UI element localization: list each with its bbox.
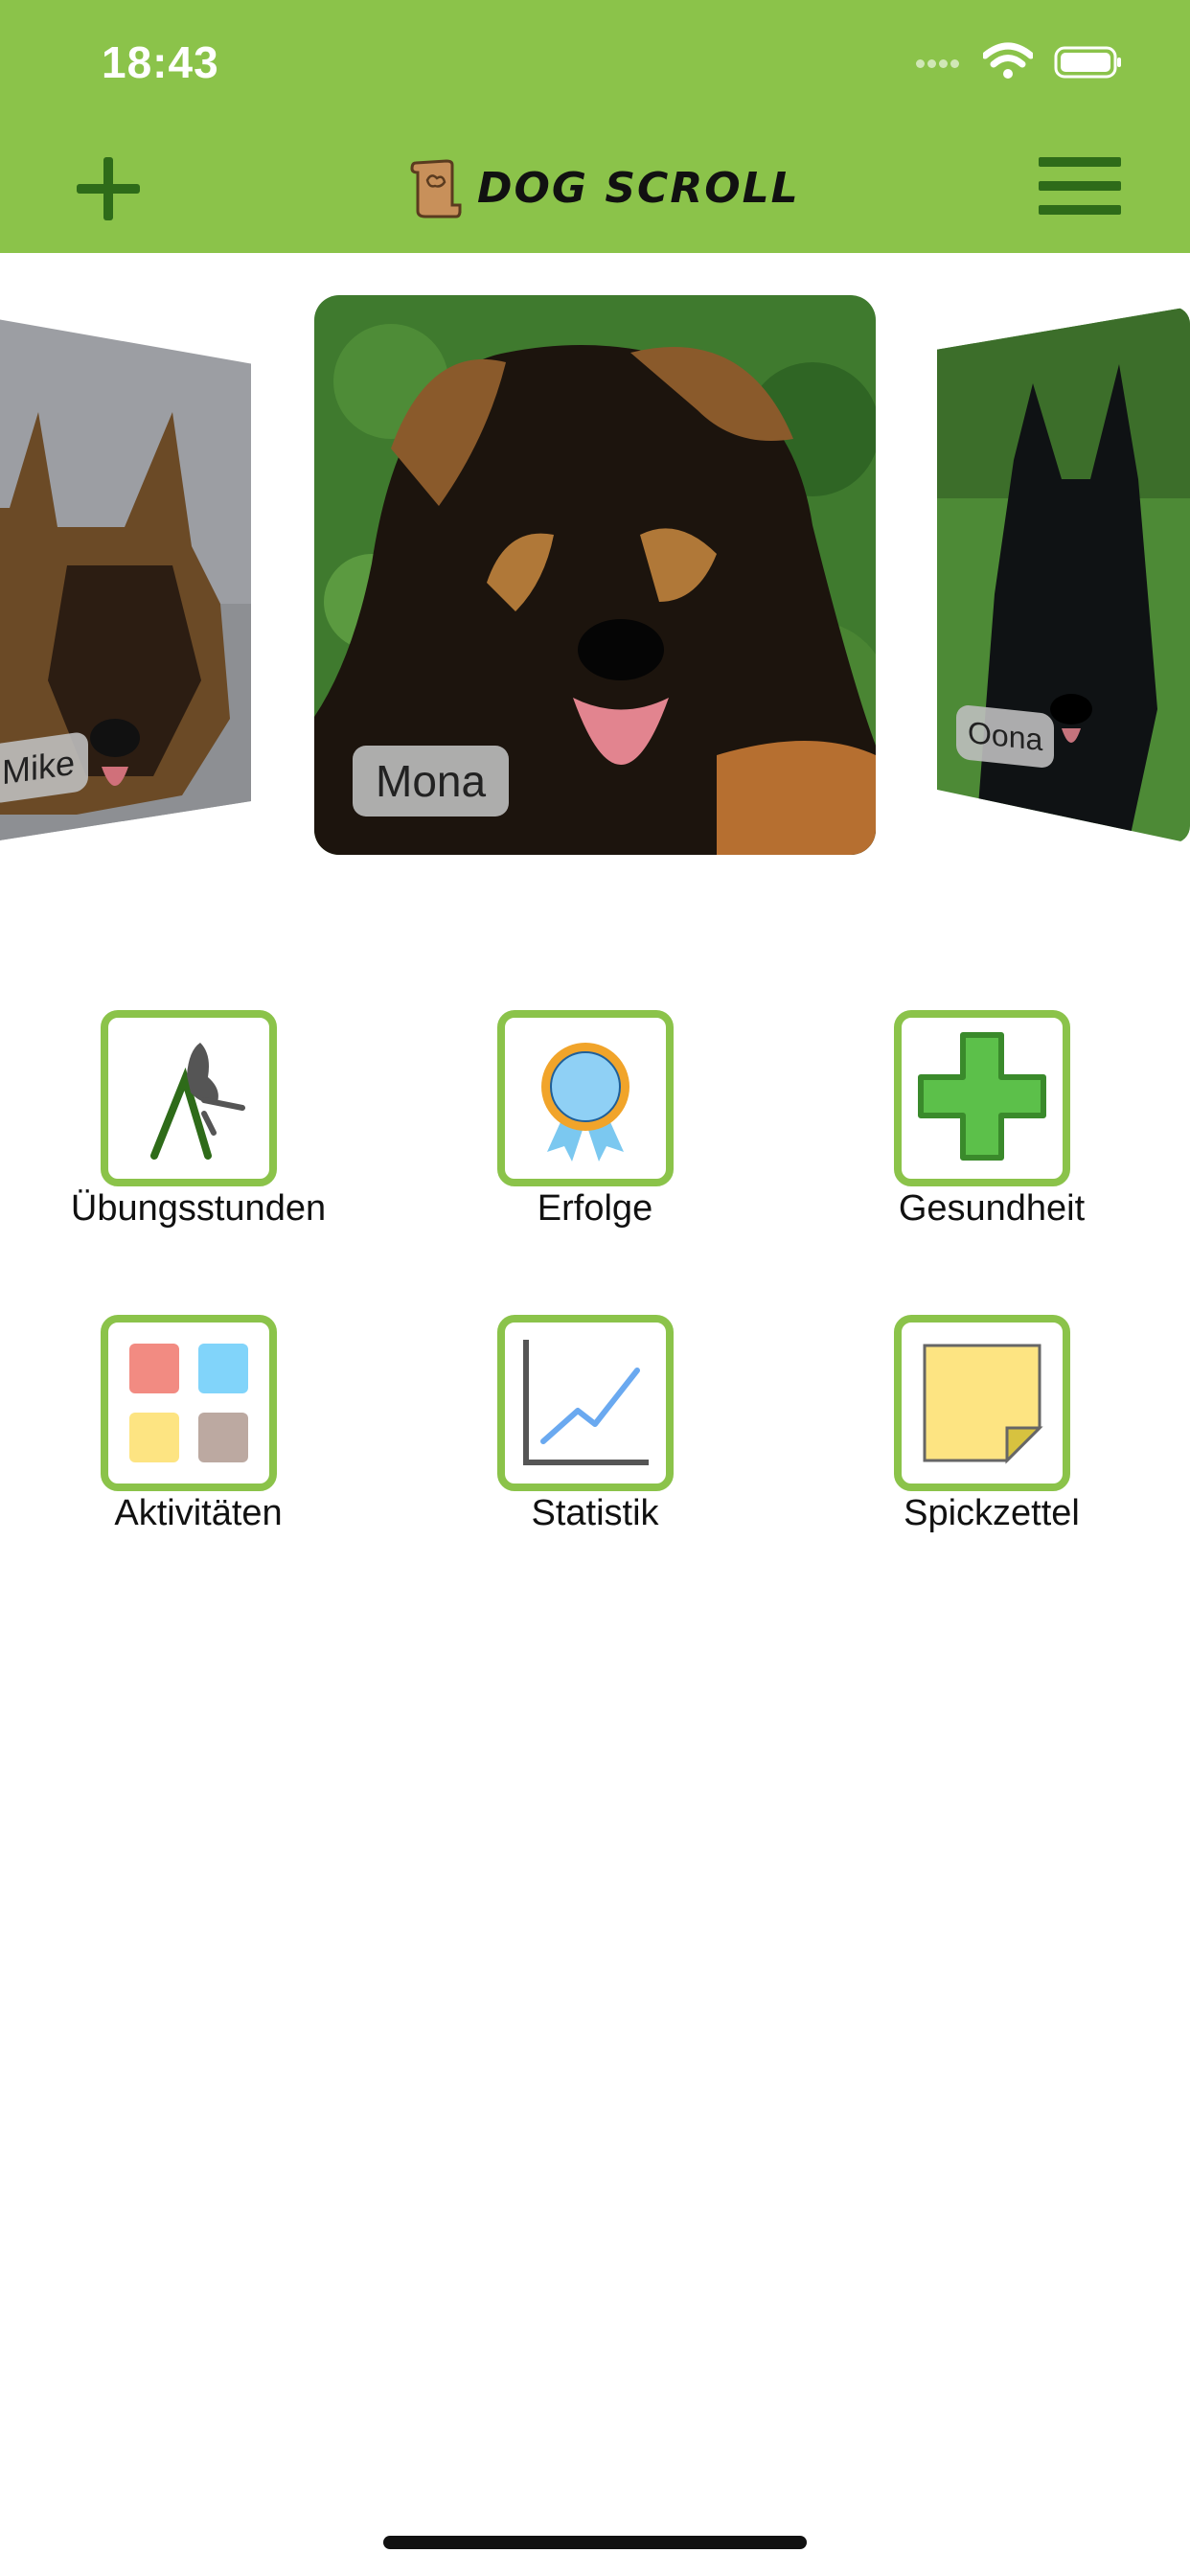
dog-card-mona[interactable]: Mona bbox=[314, 295, 876, 855]
tile-icon-frame bbox=[101, 1010, 277, 1186]
tile-label: Übungsstunden bbox=[70, 1188, 327, 1229]
line-chart-icon bbox=[523, 1340, 649, 1465]
tile-label: Erfolge bbox=[537, 1188, 653, 1229]
hamburger-menu-button[interactable] bbox=[1039, 157, 1121, 215]
tile-icon-frame bbox=[497, 1010, 674, 1186]
cellular-signal-icon bbox=[916, 56, 962, 73]
battery-icon bbox=[1054, 46, 1121, 79]
wifi-icon bbox=[983, 42, 1033, 79]
tile-label: Gesundheit bbox=[898, 1188, 1086, 1229]
menu-tile-aktivitaeten[interactable]: Aktivitäten bbox=[0, 1315, 397, 1564]
dog-name-label: Oona bbox=[956, 703, 1055, 770]
tile-icon-frame bbox=[894, 1315, 1070, 1491]
dog-card-oona[interactable]: Oona bbox=[937, 307, 1190, 843]
tile-icon-frame bbox=[101, 1315, 277, 1491]
menu-tile-gesundheit[interactable]: Gesundheit bbox=[793, 1010, 1190, 1259]
app-title: DOG SCROLL bbox=[477, 163, 800, 213]
app-logo: DOG SCROLL bbox=[408, 157, 800, 218]
award-ribbon-icon bbox=[541, 1043, 629, 1162]
dog-name-label: Mona bbox=[353, 746, 510, 816]
color-grid-icon bbox=[129, 1344, 248, 1462]
sticky-note-icon bbox=[923, 1344, 1043, 1464]
menu-tile-erfolge[interactable]: Erfolge bbox=[397, 1010, 793, 1259]
app-header: 18:43 DOG SCROLL bbox=[0, 0, 1190, 253]
status-time: 18:43 bbox=[102, 37, 219, 87]
home-indicator[interactable] bbox=[383, 2536, 807, 2549]
tile-icon-frame bbox=[894, 1010, 1070, 1186]
dog-card-mike[interactable]: Mike bbox=[0, 316, 251, 843]
medical-cross-icon bbox=[918, 1032, 1046, 1161]
tile-label: Spickzettel bbox=[904, 1493, 1080, 1533]
trainer-with-dog-icon bbox=[150, 1043, 245, 1160]
tile-label: Statistik bbox=[531, 1493, 659, 1533]
menu-tile-statistik[interactable]: Statistik bbox=[397, 1315, 793, 1564]
add-dog-button[interactable] bbox=[73, 153, 144, 224]
tile-label: Aktivitäten bbox=[114, 1493, 283, 1533]
scroll-icon bbox=[410, 159, 462, 218]
menu-tile-spickzettel[interactable]: Spickzettel bbox=[793, 1315, 1190, 1564]
tile-icon-frame bbox=[497, 1315, 674, 1491]
dog-photo bbox=[937, 307, 1190, 843]
menu-tile-uebungsstunden[interactable]: Übungsstunden bbox=[0, 1010, 397, 1259]
